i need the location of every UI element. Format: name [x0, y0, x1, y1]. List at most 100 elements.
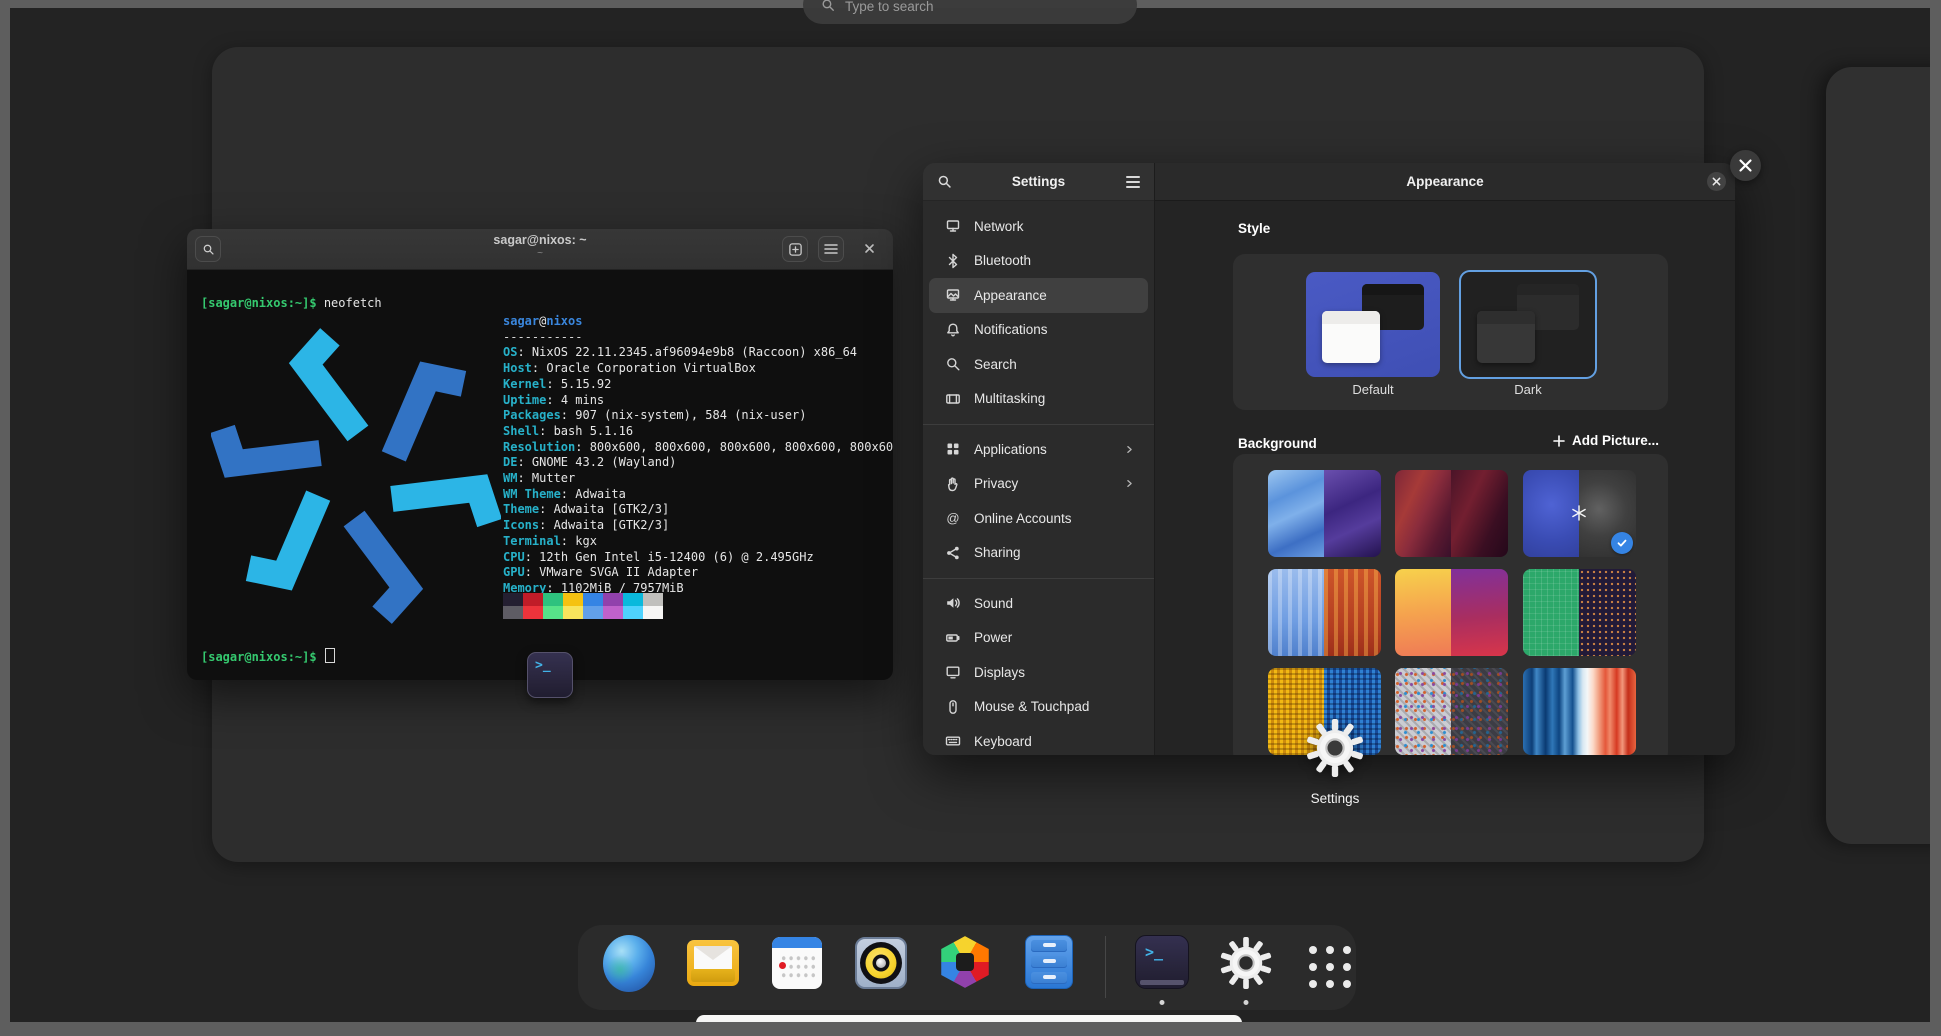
dock-item-mail[interactable]: [685, 935, 741, 1005]
terminal-window[interactable]: sagar@nixos: ~ ~ [sagar@nixos:~]$ neofet…: [187, 229, 893, 680]
sidebar-item-search[interactable]: Search: [929, 347, 1148, 382]
palette-swatch: [603, 606, 623, 619]
neofetch-line: Icons: Adwaita [GTK2/3]: [503, 518, 893, 534]
neofetch-line: DE: GNOME 43.2 (Wayland): [503, 455, 893, 471]
workspace-next[interactable]: [1826, 67, 1941, 844]
keyboard-icon: [945, 733, 961, 749]
style-option-dark-label: Dark: [1461, 382, 1595, 397]
palette-swatch: [563, 606, 583, 619]
dock-item-photos[interactable]: [937, 935, 993, 1005]
files-icon: [1025, 935, 1073, 989]
mail-icon: [687, 940, 739, 986]
terminal-command-line: [sagar@nixos:~]$ neofetch: [201, 296, 382, 312]
style-option-default[interactable]: [1306, 272, 1440, 377]
screen-frame-left: [0, 0, 10, 1036]
sidebar-item-label: Bluetooth: [974, 253, 1031, 268]
settings-title: Settings: [923, 174, 1154, 189]
sidebar-item-multitasking[interactable]: Multitasking: [929, 382, 1148, 417]
applications-icon: [945, 441, 961, 457]
terminal-close-button[interactable]: [863, 242, 876, 260]
palette-swatch: [523, 593, 543, 606]
sidebar-item-label: Privacy: [974, 476, 1018, 491]
dock-item-files[interactable]: [1021, 935, 1077, 1005]
search-placeholder: Type to search: [845, 0, 934, 14]
sidebar-item-bluetooth[interactable]: Bluetooth: [929, 244, 1148, 279]
settings-close-button[interactable]: [1707, 172, 1726, 191]
terminal-color-palette: [503, 593, 663, 619]
console-icon: >_: [1135, 935, 1189, 989]
sidebar-item-keyboard[interactable]: Keyboard: [929, 724, 1148, 755]
neofetch-line: Resolution: 800x600, 800x600, 800x600, 8…: [503, 440, 893, 456]
chevron-right-icon: [1123, 477, 1136, 490]
background-thumbnail-blue-purple-hexagons[interactable]: [1268, 470, 1381, 557]
dock-item-settings[interactable]: [1218, 935, 1274, 1005]
terminal-app-badge[interactable]: >_: [527, 652, 573, 698]
background-thumbnail-gold-magenta-gradient[interactable]: [1395, 569, 1508, 656]
terminal-new-tab-button[interactable]: [782, 236, 808, 262]
settings-app-badge[interactable]: [1306, 719, 1364, 782]
sidebar-item-displays[interactable]: Displays: [929, 655, 1148, 690]
style-option-dark[interactable]: [1461, 272, 1595, 377]
running-indicator: [1160, 1000, 1165, 1005]
sidebar-item-network[interactable]: Network: [929, 209, 1148, 244]
nixos-logo: [211, 320, 501, 632]
style-option-default-label: Default: [1306, 382, 1440, 397]
sidebar-item-sharing[interactable]: Sharing: [929, 536, 1148, 571]
distro-logo-icon: [1571, 505, 1587, 521]
settings-panel: Appearance Style Default Dark Background…: [1155, 163, 1735, 755]
background-thumbnail-green-dots-pattern[interactable]: [1523, 569, 1636, 656]
svg-text:@: @: [946, 511, 959, 526]
palette-swatch: [583, 593, 603, 606]
background-thumbnail-maroon-waves[interactable]: [1395, 470, 1508, 557]
terminal-cursor: [325, 648, 335, 663]
palette-swatch: [503, 593, 523, 606]
terminal-menu-button[interactable]: [818, 236, 844, 262]
palette-swatch: [563, 593, 583, 606]
search-input[interactable]: Type to search: [803, 0, 1137, 24]
overview-window-close-button[interactable]: [1730, 150, 1761, 181]
terminal-headerbar[interactable]: sagar@nixos: ~ ~: [187, 229, 893, 270]
settings-search-button[interactable]: [937, 174, 952, 189]
online-accounts-icon: @: [945, 510, 961, 526]
background-thumbnail-blue-gray-logo[interactable]: [1523, 470, 1636, 557]
background-card: [1233, 454, 1668, 755]
dock-item-web[interactable]: [601, 935, 657, 1005]
sidebar-item-privacy[interactable]: Privacy: [929, 467, 1148, 502]
sidebar-divider: [923, 416, 1154, 432]
terminal-content[interactable]: [sagar@nixos:~]$ neofetch sagar@nixos --…: [187, 270, 893, 680]
neofetch-info: sagar@nixos ----------- OS: NixOS 22.11.…: [503, 314, 893, 597]
sidebar-item-power[interactable]: Power: [929, 621, 1148, 656]
sidebar-divider: [923, 570, 1154, 586]
sidebar-item-label: Displays: [974, 665, 1025, 680]
neofetch-line: WM Theme: Adwaita: [503, 487, 893, 503]
background-thumbnail-drips-blue-orange[interactable]: [1268, 569, 1381, 656]
style-card: Default Dark: [1233, 254, 1668, 410]
background-thumbnail-sequins-light-dark[interactable]: [1395, 668, 1508, 755]
sidebar-item-applications[interactable]: Applications: [929, 432, 1148, 467]
screen-frame-bottom: [0, 1022, 1941, 1036]
style-section-heading: Style: [1238, 221, 1270, 236]
background-thumbnail-climate-stripes[interactable]: [1523, 668, 1636, 755]
neofetch-line: WM: Mutter: [503, 471, 893, 487]
calendar-icon: [772, 937, 822, 989]
dock-item-calendar[interactable]: [769, 935, 825, 1005]
dock-item-music[interactable]: [853, 935, 909, 1005]
sidebar-item-online-accounts[interactable]: @Online Accounts: [929, 501, 1148, 536]
sidebar-item-label: Search: [974, 357, 1017, 372]
palette-swatch: [623, 593, 643, 606]
dock-item-app-grid[interactable]: [1302, 935, 1358, 1005]
dock-item-console[interactable]: >_: [1134, 935, 1190, 1005]
sidebar-item-sound[interactable]: Sound: [929, 586, 1148, 621]
sidebar-item-mouse-touchpad[interactable]: Mouse & Touchpad: [929, 690, 1148, 725]
sidebar-item-label: Notifications: [974, 322, 1048, 337]
sidebar-item-label: Multitasking: [974, 391, 1045, 406]
settings-menu-button[interactable]: [1126, 176, 1140, 188]
sidebar-item-appearance[interactable]: Appearance: [929, 278, 1148, 313]
sidebar-item-label: Mouse & Touchpad: [974, 699, 1089, 714]
privacy-icon: [945, 476, 961, 492]
palette-swatch: [623, 606, 643, 619]
sidebar-item-notifications[interactable]: Notifications: [929, 313, 1148, 348]
palette-swatch: [583, 606, 603, 619]
add-picture-button[interactable]: Add Picture...: [1545, 429, 1667, 452]
settings-window[interactable]: Settings Network Bluetooth Appearance Notif…: [923, 163, 1735, 755]
